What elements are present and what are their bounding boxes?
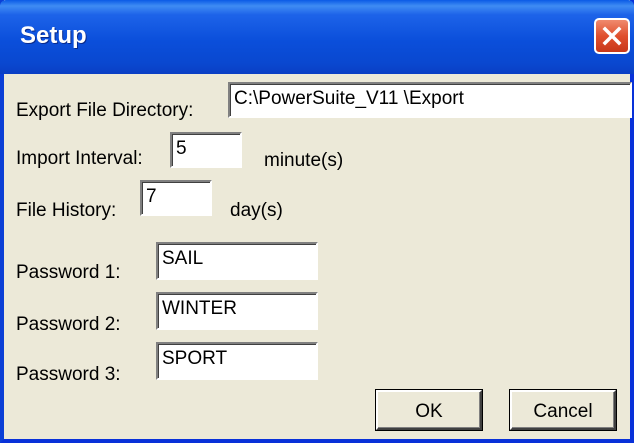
file-history-unit: day(s) <box>230 200 283 221</box>
ok-button[interactable]: OK <box>376 390 482 430</box>
password-3-label: Password 3: <box>16 364 121 385</box>
close-icon <box>602 26 622 46</box>
import-interval-label: Import Interval: <box>16 148 143 169</box>
title-bar[interactable]: Setup <box>0 0 634 74</box>
export-directory-label: Export File Directory: <box>16 100 194 121</box>
file-history-field[interactable]: 7 <box>140 180 212 216</box>
window-title: Setup <box>20 22 87 49</box>
password-2-label: Password 2: <box>16 314 121 335</box>
password-1-field[interactable]: SAIL <box>156 242 318 280</box>
export-directory-field[interactable]: C:\PowerSuite_V11 \Export <box>228 82 632 118</box>
file-history-label: File History: <box>16 200 117 221</box>
close-button[interactable] <box>594 18 630 54</box>
password-3-field[interactable]: SPORT <box>156 342 318 380</box>
import-interval-unit: minute(s) <box>264 150 344 171</box>
import-interval-field[interactable]: 5 <box>170 132 242 168</box>
cancel-button[interactable]: Cancel <box>510 390 616 430</box>
setup-dialog: Setup Export File Directory: C:\PowerSui… <box>0 0 634 443</box>
password-2-field[interactable]: WINTER <box>156 292 318 330</box>
password-1-label: Password 1: <box>16 262 121 283</box>
